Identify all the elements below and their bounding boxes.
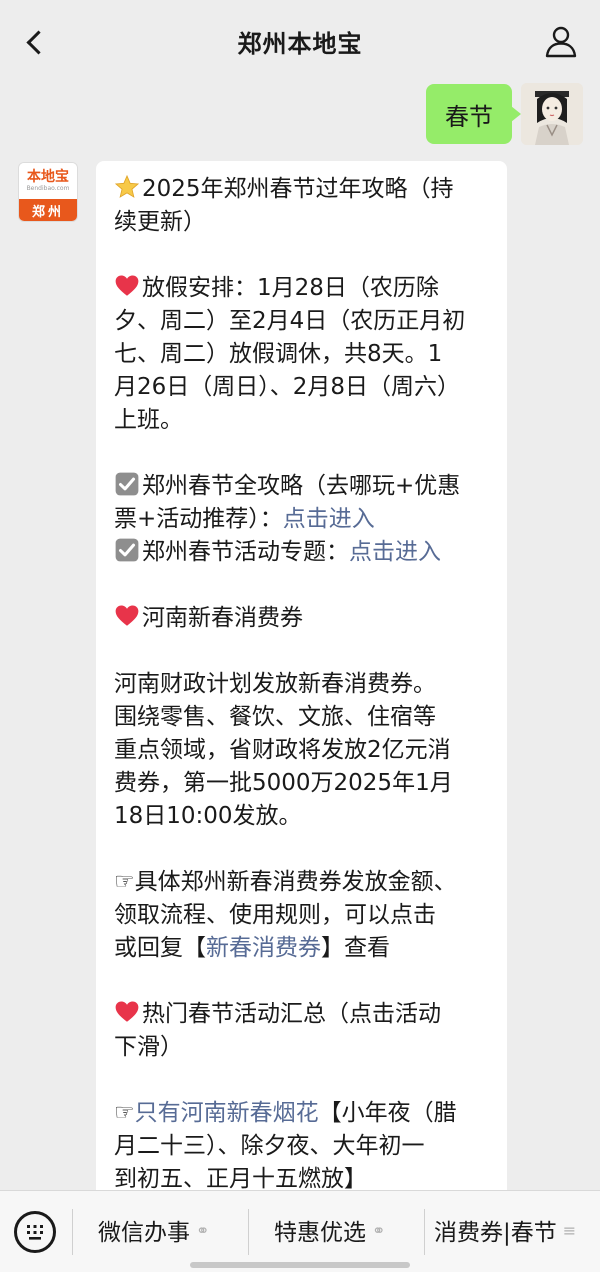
guide1-line-2: 票+活动推荐）： [114, 506, 283, 532]
holiday-paragraph: 放假安排：1月28日（农历除 夕、周二）至2月4日（农历正月初 七、周二）放假调… [114, 272, 491, 437]
logo-city-text: 郑州 [19, 199, 77, 221]
checkbox-checked-icon [115, 538, 139, 562]
voucher-paragraph: 河南财政计划发放新春消费券。 围绕零售、餐饮、文旅、住宿等 重点领域，省财政将发… [114, 668, 491, 833]
holiday-line-1: 放假安排：1月28日（农历除 [142, 275, 439, 301]
list-icon: ≡ [562, 1220, 577, 1240]
voucher-line-4: 费券，第一批5000万2025年1月 [114, 770, 453, 796]
outgoing-message-text: 春节 [445, 102, 493, 131]
guide1-link[interactable]: 点击进入 [283, 506, 375, 532]
pointing-hand-icon: ☞ [114, 869, 135, 895]
link-icon: ⚭ [196, 1220, 210, 1240]
voucher-heading-paragraph: 河南新春消费券 [114, 602, 491, 635]
voucher-line-5: 18日10:00发放。 [114, 803, 302, 829]
voucher-keyword-link[interactable]: 新春消费券 [206, 935, 321, 961]
menu-item-special-offers[interactable]: 特惠优选 ⚭ [274, 1213, 385, 1247]
menu-item-vouchers-spring-festival[interactable]: 消费券|春节 ≡ [434, 1213, 576, 1247]
user-avatar[interactable] [521, 83, 583, 145]
voucher-heading: 河南新春消费券 [142, 605, 303, 631]
incoming-message-bubble: 2025年郑州春节过年攻略（持 续更新） 放假安排：1月28日（农历除 夕、周二… [96, 161, 507, 1201]
logo-brand-text: 本地宝 [27, 169, 69, 185]
events-line-1: 热门春节活动汇总（点击活动 [142, 1001, 441, 1027]
menu-item-label: 消费券|春节 [434, 1220, 557, 1246]
menu-divider [248, 1209, 249, 1255]
detail-line-1: 具体郑州新春消费券发放金额、 [134, 869, 457, 895]
menu-item-wechat-services[interactable]: 微信办事 ⚭ [98, 1213, 209, 1247]
pointing-hand-icon: ☞ [114, 1100, 135, 1126]
voucher-line-2: 围绕零售、餐饮、文旅、住宿等 [114, 704, 436, 730]
keyboard-icon[interactable] [14, 1211, 56, 1253]
menu-divider [72, 1209, 73, 1255]
holiday-line-5: 上班。 [114, 407, 183, 433]
holiday-line-3: 七、周二）放假调休，共8天。1 [114, 341, 443, 367]
heading-line-2: 续更新） [114, 209, 206, 235]
detail-line-2: 领取流程、使用规则，可以点击 [114, 902, 436, 928]
detail-line-3-suffix: 】查看 [321, 935, 390, 961]
holiday-line-2: 夕、周二）至2月4日（农历正月初 [114, 308, 466, 334]
heart-icon [115, 275, 139, 296]
bendibao-logo[interactable]: 本地宝 Bendibao.com 郑州 [18, 162, 78, 222]
fireworks-paragraph: ☞只有河南新春烟花【小年夜（腊 月二十三）、除夕夜、大年初一 到初五、正月十五燃… [114, 1097, 491, 1196]
fireworks-line-2: 月二十三）、除夕夜、大年初一 [114, 1133, 425, 1159]
voucher-line-3: 重点领域，省财政将发放2亿元消 [114, 737, 451, 763]
page-title: 郑州本地宝 [237, 30, 363, 58]
person-icon[interactable] [544, 24, 578, 58]
voucher-line-1: 河南财政计划发放新春消费券。 [114, 671, 436, 697]
heading-paragraph: 2025年郑州春节过年攻略（持 续更新） [114, 173, 491, 239]
menu-item-label: 特惠优选 [274, 1220, 366, 1246]
nav-bar: 郑州本地宝 [0, 0, 600, 82]
guide2-text: 郑州春节活动专题： [142, 539, 349, 565]
events-line-2: 下滑） [114, 1034, 183, 1060]
home-indicator[interactable] [190, 1262, 410, 1268]
logo-site-text: Bendibao.com [26, 185, 70, 192]
menu-item-label: 微信办事 [98, 1220, 190, 1246]
detail-paragraph: ☞具体郑州新春消费券发放金额、 领取流程、使用规则，可以点击 或回复【新春消费券… [114, 866, 491, 965]
bottom-menu-bar: 微信办事 ⚭ 特惠优选 ⚭ 消费券|春节 ≡ [0, 1190, 600, 1272]
star-icon [114, 174, 140, 198]
heart-icon [115, 1001, 139, 1022]
outgoing-message-bubble[interactable]: 春节 [426, 84, 521, 144]
holiday-line-4: 月26日（周日）、2月8日（周六） [114, 374, 461, 400]
fireworks-line-1-suffix: 【小年夜（腊 [318, 1100, 457, 1126]
guide2-link[interactable]: 点击进入 [349, 539, 441, 565]
guide1-line-1: 郑州春节全攻略（去哪玩+优惠 [142, 473, 461, 499]
checkbox-checked-icon [115, 472, 139, 496]
guides-paragraph: 郑州春节全攻略（去哪玩+优惠 票+活动推荐）：点击进入 郑州春节活动专题：点击进… [114, 470, 491, 569]
menu-divider [424, 1209, 425, 1255]
detail-line-3-prefix: 或回复【 [114, 935, 206, 961]
fireworks-link[interactable]: 只有河南新春烟花 [135, 1100, 319, 1126]
heading-line-1: 2025年郑州春节过年攻略（持 [142, 176, 454, 202]
heart-icon [115, 605, 139, 626]
link-icon: ⚭ [372, 1220, 386, 1240]
events-paragraph: 热门春节活动汇总（点击活动 下滑） [114, 998, 491, 1064]
